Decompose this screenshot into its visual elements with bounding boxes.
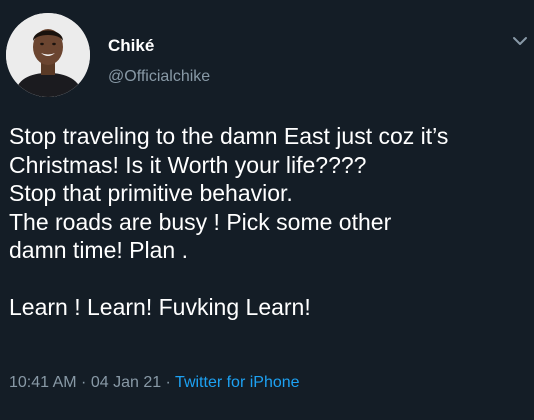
tweet-text-line: Stop that primitive behavior. bbox=[9, 180, 293, 206]
tweet-text-line: Learn ! Learn! Fuvking Learn! bbox=[9, 294, 311, 320]
tweet-text-line: Stop traveling to the damn East just coz… bbox=[9, 123, 449, 149]
tweet-source-link[interactable]: Twitter for iPhone bbox=[175, 374, 300, 391]
chevron-down-icon[interactable] bbox=[512, 34, 528, 46]
tweet-text-line: Christmas! Is it Worth your life???? bbox=[9, 151, 367, 178]
meta-separator: · bbox=[161, 374, 176, 391]
tweet-date[interactable]: 04 Jan 21 bbox=[91, 374, 161, 391]
author-handle[interactable]: @Officialchike bbox=[108, 68, 210, 86]
meta-separator: · bbox=[76, 374, 91, 391]
avatar-image bbox=[6, 13, 90, 97]
avatar[interactable] bbox=[6, 13, 90, 97]
author-name[interactable]: Chiké bbox=[108, 36, 154, 56]
tweet-text-line: The roads are busy ! Pick some other bbox=[9, 208, 392, 235]
tweet-time[interactable]: 10:41 AM bbox=[9, 374, 77, 391]
tweet-text-line: damn time! Plan . bbox=[9, 237, 188, 263]
tweet-text: Stop traveling to the damn East just coz… bbox=[9, 122, 534, 322]
tweet-meta: 10:41 AM · 04 Jan 21 · Twitter for iPhon… bbox=[9, 374, 300, 392]
tweet-card: Chiké @Officialchike Stop traveling to t… bbox=[0, 0, 534, 420]
